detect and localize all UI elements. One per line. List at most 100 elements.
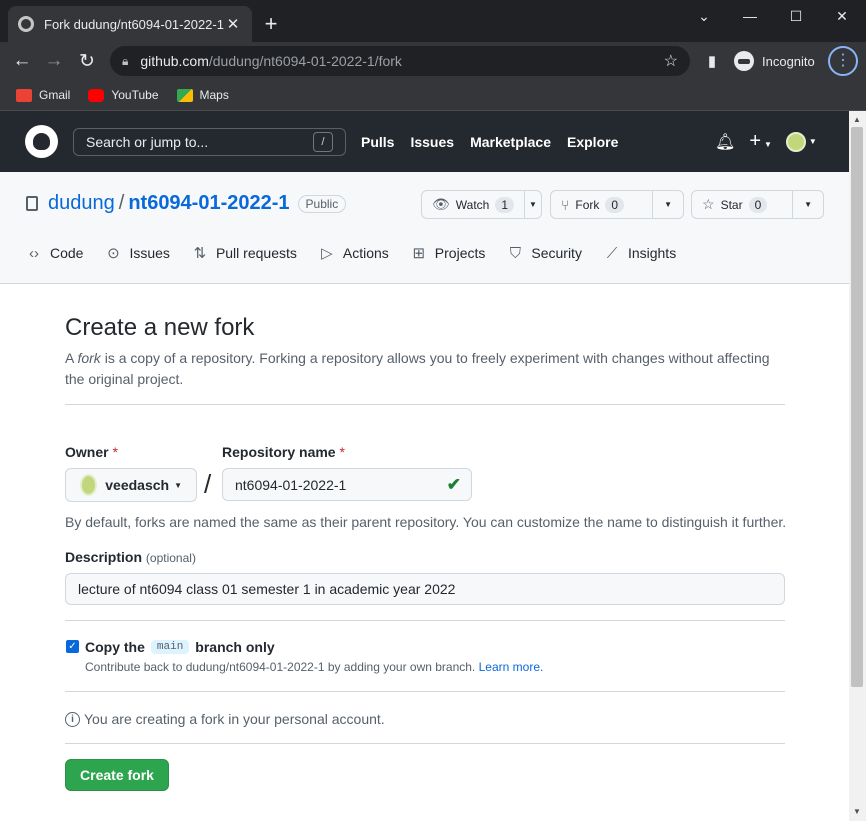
scrollbar[interactable]: ▲ ▼ [849,111,866,821]
tab-label: Projects [434,245,486,261]
tab-projects[interactable]: ⊞ Projects [411,244,486,262]
watch-count: 1 [495,196,515,213]
incognito-indicator[interactable]: Incognito [734,47,815,75]
copy-suffix: branch only [195,639,275,655]
star-dropdown[interactable]: ▼ [793,191,823,218]
scroll-down-icon[interactable]: ▼ [853,807,861,816]
scroll-up-icon[interactable]: ▲ [853,115,861,124]
star-button[interactable]: ☆ Star 0 [692,191,794,218]
watch-button[interactable]: 👁︎ Watch 1 [422,191,526,218]
tab-security[interactable]: ⛉ Security [507,244,582,262]
fork-label: Fork [575,197,600,212]
code-icon: ‹› [29,244,39,262]
notification-bell-icon[interactable]: 🔔︎ [715,132,735,152]
github-favicon-icon [18,16,34,32]
visibility-badge: Public [297,194,347,213]
close-tab-icon[interactable]: ✕ [224,15,242,33]
repo-name-value: nt6094-01-2022-1 [235,476,347,493]
close-window-button[interactable]: ✕ [819,0,865,32]
star-label: Star [720,197,743,212]
search-shortcut-key: / [313,132,333,152]
tab-insights[interactable]: ⟋ Insights [604,244,677,262]
optional-note: (optional) [145,551,196,565]
bookmark-label: YouTube [111,88,159,102]
fork-icon: ⑂ [561,196,570,213]
lead-rest: is a copy of a repository. Forking a rep… [65,350,770,387]
global-nav: Pulls Issues Marketplace Explore [361,111,618,172]
info-icon: i [65,711,80,727]
description-value: lecture of nt6094 class 01 semester 1 in… [78,581,456,597]
github-logo-icon[interactable] [25,125,58,158]
maximize-button[interactable]: ☐ [773,0,819,32]
page-description: A fork is a copy of a repository. Forkin… [65,348,785,390]
forward-arrow-icon[interactable]: → [42,49,66,73]
contribute-text: Contribute back to dudung/nt6094-01-2022… [85,660,476,674]
required-mark: * [112,444,118,460]
copy-main-checkbox[interactable]: ✓ [66,640,79,653]
nav-marketplace[interactable]: Marketplace [470,134,551,150]
star-count: 0 [748,196,768,213]
header-actions: 🔔︎ + ▼ ▼ [715,111,817,172]
bookmark-gmail[interactable]: Gmail [16,88,70,102]
tab-issues[interactable]: ⊙ Issues [105,244,170,262]
address-bar[interactable]: 🔒︎ github.com/dudung/nt6094-01-2022-1/fo… [110,46,690,76]
fork-dropdown[interactable]: ▼ [653,191,683,218]
scrollbar-thumb[interactable] [851,127,863,687]
browser-chrome: Fork dudung/nt6094-01-2022-1 ✕ + ⌄ — ☐ ✕… [0,0,866,111]
tab-actions[interactable]: ▷ Actions [319,244,389,262]
check-icon: ✔ [446,475,461,494]
reload-icon[interactable]: ↻ [75,49,99,73]
new-tab-button[interactable]: + [258,10,284,38]
avatar [785,131,806,152]
tab-label: Security [531,245,582,261]
name-help-text: By default, forks are named the same as … [65,514,787,530]
back-arrow-icon[interactable]: ← [10,49,34,73]
repo-owner-link[interactable]: dudung [48,192,115,215]
search-input[interactable]: Search or jump to... / [73,128,346,156]
user-menu[interactable]: ▼ [785,131,817,152]
contribute-note: Contribute back to dudung/nt6094-01-2022… [85,660,543,674]
watch-dropdown[interactable]: ▼ [525,191,541,218]
gmail-icon [16,88,32,102]
nav-pulls[interactable]: Pulls [361,134,394,150]
tab-label: Actions [342,245,389,261]
create-new-menu[interactable]: + ▼ [749,130,772,153]
fork-button[interactable]: ⑂ Fork 0 [551,191,654,218]
nav-explore[interactable]: Explore [567,134,618,150]
bookmark-label: Maps [199,88,229,102]
github-page: Search or jump to... / Pulls Issues Mark… [0,111,849,821]
url-host: github.com [140,53,209,69]
incognito-icon [734,51,754,71]
pull-request-icon: ⇅ [193,245,207,262]
repo-name-link[interactable]: nt6094-01-2022-1 [128,192,289,215]
star-icon: ☆ [702,196,715,212]
minimize-button[interactable]: — [727,0,773,32]
browser-menu-button[interactable]: ⋮ [828,46,858,76]
tab-code[interactable]: ‹› Code [26,244,83,262]
repo-name-label-text: Repository name [222,444,336,460]
tab-search-icon[interactable]: ⌄ [681,0,727,32]
lock-icon: 🔒︎ [122,53,129,68]
repo-name-input[interactable]: nt6094-01-2022-1 ✔ [222,468,472,501]
create-fork-button[interactable]: Create fork [65,759,169,791]
bookmark-star-icon[interactable]: ☆ [664,51,678,71]
nav-issues[interactable]: Issues [410,134,454,150]
owner-value: veedasch [105,477,170,493]
bookmark-maps[interactable]: Maps [176,88,229,102]
bookmark-label: Gmail [39,88,71,102]
bookmark-youtube[interactable]: YouTube [88,88,159,102]
copy-prefix: Copy the [85,639,145,655]
repo-title: dudung / nt6094-01-2022-1 Public [26,192,347,215]
avatar [80,474,98,496]
repo-separator: / [118,192,125,214]
description-input[interactable]: lecture of nt6094 class 01 semester 1 in… [65,573,785,605]
tab-pull-requests[interactable]: ⇅ Pull requests [192,244,297,262]
learn-more-link[interactable]: Learn more. [479,660,544,674]
fork-count: 0 [605,196,625,213]
tab-strip: Fork dudung/nt6094-01-2022-1 ✕ + ⌄ — ☐ ✕ [0,0,866,42]
lead-prefix: A [65,350,78,366]
owner-select[interactable]: veedasch ▼ [65,468,197,502]
browser-tab[interactable]: Fork dudung/nt6094-01-2022-1 ✕ [8,6,252,42]
play-icon: ▷ [321,245,333,262]
side-panel-icon[interactable]: ▮ [700,49,724,73]
